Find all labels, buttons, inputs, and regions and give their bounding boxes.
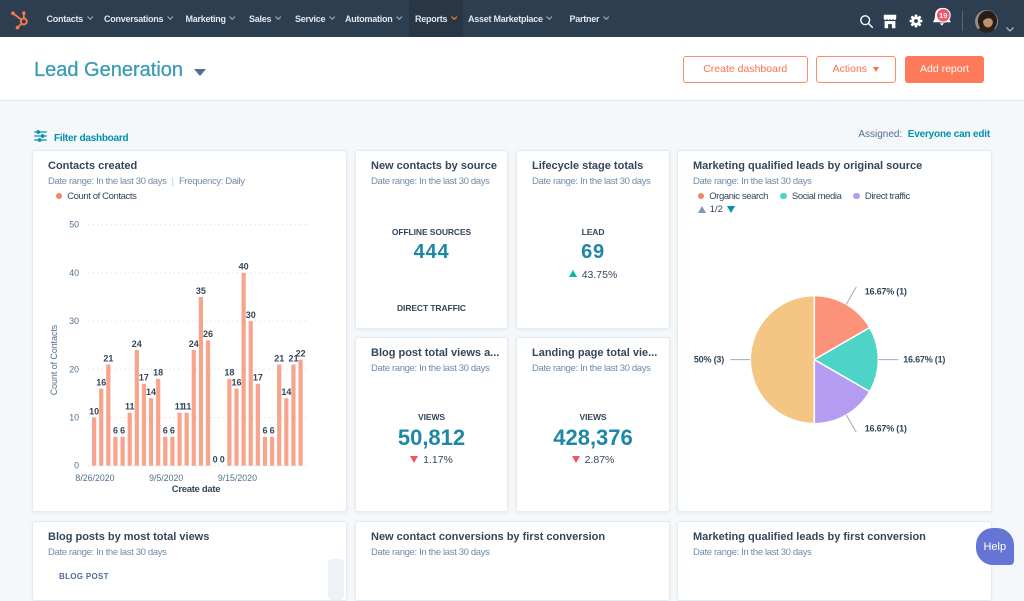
svg-text:40: 40	[239, 262, 249, 272]
svg-text:6: 6	[262, 426, 267, 436]
svg-text:19: 19	[939, 11, 947, 20]
svg-text:30: 30	[69, 316, 79, 326]
svg-text:14: 14	[146, 387, 156, 397]
svg-text:35: 35	[196, 286, 206, 296]
svg-text:6: 6	[170, 426, 175, 436]
svg-text:24: 24	[132, 339, 142, 349]
svg-text:0: 0	[74, 461, 79, 471]
svg-text:21: 21	[103, 353, 113, 363]
svg-text:Count of Contacts: Count of Contacts	[49, 324, 59, 395]
svg-text:40: 40	[69, 268, 79, 278]
svg-text:16: 16	[231, 377, 241, 387]
svg-text:6: 6	[113, 426, 118, 436]
svg-text:0: 0	[220, 455, 225, 465]
svg-text:30: 30	[246, 310, 256, 320]
svg-text:10: 10	[89, 406, 99, 416]
svg-text:11: 11	[182, 401, 192, 411]
svg-text:11: 11	[125, 401, 135, 411]
svg-text:16.67% (1): 16.67% (1)	[903, 354, 945, 364]
svg-text:22: 22	[296, 348, 306, 358]
svg-text:Create date: Create date	[172, 484, 220, 495]
svg-text:8/26/2020: 8/26/2020	[75, 473, 114, 483]
svg-text:16: 16	[96, 377, 106, 387]
svg-text:21: 21	[274, 353, 284, 363]
svg-text:18: 18	[224, 368, 234, 378]
svg-text:50% (3): 50% (3)	[694, 354, 724, 364]
svg-text:17: 17	[139, 373, 149, 383]
svg-text:14: 14	[281, 387, 291, 397]
svg-text:20: 20	[69, 364, 79, 374]
svg-text:6: 6	[120, 426, 125, 436]
svg-text:16.67% (1): 16.67% (1)	[865, 424, 907, 434]
svg-text:24: 24	[189, 339, 199, 349]
svg-text:18: 18	[153, 368, 163, 378]
svg-text:9/15/2020: 9/15/2020	[218, 473, 257, 483]
svg-text:0: 0	[213, 455, 218, 465]
svg-text:17: 17	[253, 373, 263, 383]
svg-text:9/5/2020: 9/5/2020	[149, 473, 183, 483]
svg-text:6: 6	[163, 426, 168, 436]
svg-text:50: 50	[69, 220, 79, 230]
svg-text:26: 26	[203, 329, 213, 339]
svg-text:10: 10	[69, 413, 79, 423]
svg-text:6: 6	[270, 426, 275, 436]
svg-text:16.67% (1): 16.67% (1)	[865, 287, 907, 297]
